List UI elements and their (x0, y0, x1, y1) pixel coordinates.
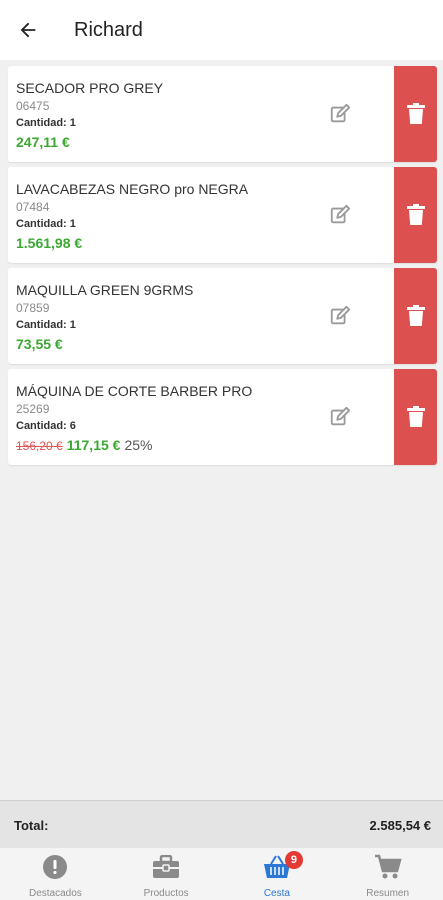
product-code: 06475 (16, 99, 50, 113)
product-quantity: Cantidad: 1 (16, 319, 76, 331)
total-value: 2.585,54 € (369, 818, 431, 833)
edit-icon (330, 406, 351, 426)
edit-button[interactable] (326, 201, 354, 229)
product-name: LAVACABEZAS NEGRO pro NEGRA (16, 181, 249, 197)
nav-item-resumen[interactable]: Resumen (332, 848, 443, 900)
trash-icon (406, 406, 425, 427)
product-quantity: Cantidad: 1 (16, 117, 76, 129)
nav-label: Productos (143, 888, 189, 899)
page-title: Richard (74, 18, 143, 41)
arrow-left-icon (20, 22, 36, 38)
basket-item: MÁQUINA DE CORTE BARBER PRO 25269 Cantid… (8, 369, 437, 465)
original-price: 156,20 € (16, 439, 63, 453)
delete-button[interactable] (394, 167, 437, 263)
nav-item-productos[interactable]: Productos (111, 848, 222, 900)
product-name: MAQUILLA GREEN 9GRMS (16, 282, 194, 298)
edit-icon (330, 103, 351, 123)
nav-item-cesta[interactable]: 9 Cesta (222, 848, 333, 900)
basket-item: MAQUILLA GREEN 9GRMS 07859 Cantidad: 1 7… (8, 268, 437, 364)
delete-button[interactable] (394, 369, 437, 465)
basket-item: SECADOR PRO GREY 06475 Cantidad: 1 247,1… (8, 66, 437, 162)
product-name: SECADOR PRO GREY (16, 80, 164, 96)
product-price: 247,11 € (16, 134, 70, 150)
discount-percent: 25% (124, 437, 153, 453)
bottom-navigation: Destacados Productos 9 Cesta Resumen (0, 848, 443, 900)
product-code: 25269 (16, 402, 50, 416)
product-quantity: Cantidad: 6 (16, 420, 76, 432)
trash-icon (406, 204, 425, 225)
product-price: 117,15 € (66, 437, 121, 453)
back-button[interactable] (0, 0, 56, 60)
edit-button[interactable] (326, 302, 354, 330)
edit-icon (330, 204, 351, 224)
nav-label: Resumen (366, 888, 410, 899)
total-label: Total: (14, 818, 49, 833)
edit-button[interactable] (326, 403, 354, 431)
product-code: 07859 (16, 301, 50, 315)
briefcase-icon (153, 855, 180, 878)
edit-button[interactable] (326, 100, 354, 128)
product-price: 73,55 € (16, 336, 63, 352)
product-name: MÁQUINA DE CORTE BARBER PRO (16, 383, 253, 399)
delete-button[interactable] (394, 66, 437, 162)
app-bar: Richard (0, 0, 443, 60)
delete-button[interactable] (394, 268, 437, 364)
trash-icon (406, 103, 425, 124)
total-bar: Total: 2.585,54 € (0, 800, 443, 848)
basket-count-badge: 9 (284, 851, 303, 869)
nav-item-destacados[interactable]: Destacados (0, 848, 111, 900)
nav-label: Cesta (263, 888, 290, 899)
cart-icon (374, 854, 402, 879)
product-price: 1.561,98 € (16, 235, 83, 251)
alert-circle-icon (43, 855, 68, 879)
basket-item: LAVACABEZAS NEGRO pro NEGRA 07484 Cantid… (8, 167, 437, 263)
trash-icon (406, 305, 425, 326)
product-code: 07484 (16, 200, 50, 214)
product-quantity: Cantidad: 1 (16, 218, 76, 230)
nav-label: Destacados (28, 888, 82, 899)
basket-list: SECADOR PRO GREY 06475 Cantidad: 1 247,1… (8, 66, 437, 470)
edit-icon (330, 305, 351, 325)
